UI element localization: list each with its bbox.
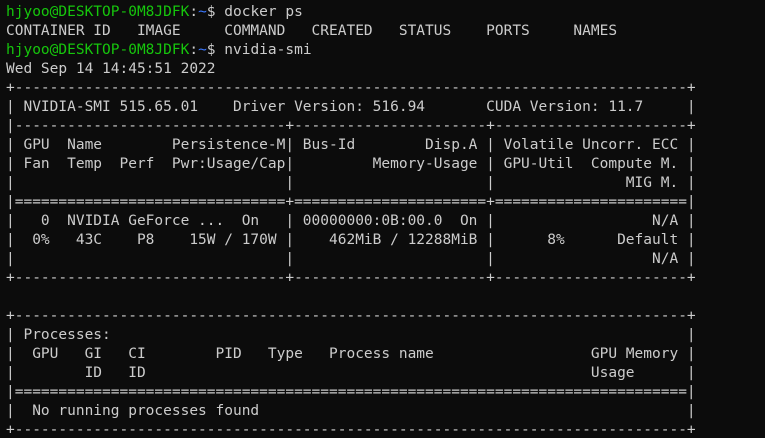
- command-text: docker ps: [224, 4, 303, 20]
- prompt-symbol: $: [206, 42, 225, 58]
- terminal-window[interactable]: hjyoo@DESKTOP-0M8JDFK:~$ docker ps CONTA…: [0, 0, 765, 438]
- nvidia-smi-gpu-row: | 0% 43C P8 15W / 170W | 462MiB / 12288M…: [6, 232, 696, 248]
- nvidia-smi-table-line: | Fan Temp Perf Pwr:Usage/Cap| Memory-Us…: [6, 156, 696, 172]
- nvidia-smi-table-line: | GPU Name Persistence-M| Bus-Id Disp.A …: [6, 137, 696, 153]
- command-text: nvidia-smi: [224, 42, 312, 58]
- processes-table-line: +---------------------------------------…: [6, 422, 696, 438]
- nvidia-smi-table-line: | NVIDIA-SMI 515.65.01 Driver Version: 5…: [6, 99, 696, 115]
- processes-table-line: |=======================================…: [6, 384, 696, 400]
- nvidia-smi-gpu-row: | 0 NVIDIA GeForce ... On | 00000000:0B:…: [6, 213, 696, 229]
- nvidia-smi-gpu-row: | | | N/A |: [6, 251, 696, 267]
- docker-ps-header: CONTAINER ID IMAGE COMMAND CREATED STATU…: [6, 23, 618, 39]
- prompt-separator: :: [189, 4, 199, 20]
- nvidia-smi-table-line: +---------------------------------------…: [6, 80, 696, 96]
- processes-table-line: | GPU GI CI PID Type Process name GPU Me…: [6, 346, 696, 362]
- nvidia-smi-table-line: |===============================+=======…: [6, 194, 696, 210]
- processes-table-line: +---------------------------------------…: [6, 308, 696, 324]
- prompt-line-1: hjyoo@DESKTOP-0M8JDFK:~$ docker ps: [6, 3, 765, 22]
- prompt-path: ~: [198, 4, 207, 20]
- nvidia-smi-timestamp: Wed Sep 14 14:45:51 2022: [6, 61, 216, 77]
- nvidia-smi-table-line: | | | MIG M. |: [6, 175, 696, 191]
- processes-table-line: | No running processes found |: [6, 403, 696, 419]
- prompt-user-host: hjyoo@DESKTOP-0M8JDFK: [6, 42, 190, 58]
- prompt-path: ~: [198, 42, 207, 58]
- processes-table-line: | ID ID Usage |: [6, 365, 696, 381]
- prompt-user-host: hjyoo@DESKTOP-0M8JDFK: [6, 4, 190, 20]
- prompt-symbol: $: [206, 4, 225, 20]
- prompt-separator: :: [189, 42, 199, 58]
- nvidia-smi-table-line: |-------------------------------+-------…: [6, 118, 696, 134]
- prompt-line-2: hjyoo@DESKTOP-0M8JDFK:~$ nvidia-smi: [6, 41, 765, 60]
- processes-table-line: | Processes: |: [6, 327, 696, 343]
- nvidia-smi-table-line: +-------------------------------+-------…: [6, 270, 696, 286]
